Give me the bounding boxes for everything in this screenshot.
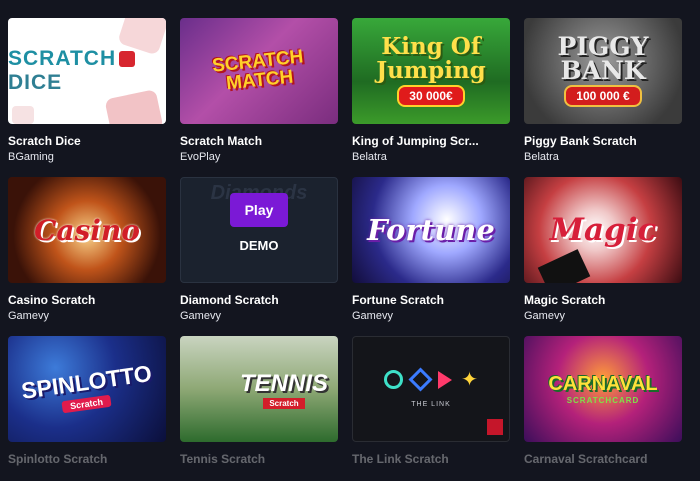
triangle-icon: [438, 370, 453, 389]
thumbnail-logo: SCRATCH MATCH: [211, 46, 305, 95]
game-title[interactable]: King of Jumping Scr...: [352, 134, 502, 148]
game-thumbnail[interactable]: King Of Jumping 30 000€: [352, 18, 510, 124]
thumbnail-logo: Fortune: [367, 213, 495, 247]
game-thumbnail[interactable]: SCRATCHDICE: [8, 18, 166, 124]
red-dice-icon: [119, 51, 136, 68]
thumbnail-logo: Magic: [549, 212, 657, 248]
game-card-scratch-dice[interactable]: SCRATCHDICE Scratch Dice BGaming: [8, 18, 166, 163]
thumbnail-logo: King Of Jumping: [376, 33, 486, 84]
game-title[interactable]: Tennis Scratch: [180, 452, 330, 466]
game-thumbnail[interactable]: ✦ THE LINK: [352, 336, 510, 442]
game-card-tennis-scratch[interactable]: TENNIS Scratch Tennis Scratch: [180, 336, 338, 481]
game-thumbnail[interactable]: Casino: [8, 177, 166, 283]
game-thumbnail-hover[interactable]: Diamonds Play DEMO: [180, 177, 338, 283]
game-provider: Gamevy: [8, 310, 49, 322]
game-provider: BGaming: [8, 151, 54, 163]
thumbnail-logo: TENNIS: [239, 369, 328, 397]
game-title[interactable]: Fortune Scratch: [352, 293, 502, 307]
game-card-the-link-scratch[interactable]: ✦ THE LINK The Link Scratch: [352, 336, 510, 481]
dice-icon: [12, 106, 34, 124]
game-card-diamond-scratch[interactable]: Diamonds Play DEMO Diamond Scratch Gamev…: [180, 177, 338, 322]
game-title[interactable]: Magic Scratch: [524, 293, 674, 307]
star-icon: ✦: [461, 368, 478, 391]
demo-link[interactable]: DEMO: [240, 238, 279, 253]
game-card-magic-scratch[interactable]: Magic Magic Scratch Gamevy: [524, 177, 682, 322]
game-card-carnaval-scratchcard[interactable]: CARNAVAL SCRATCHCARD Carnaval Scratchcar…: [524, 336, 682, 481]
prize-badge: 100 000 €: [564, 85, 642, 107]
game-thumbnail[interactable]: Fortune: [352, 177, 510, 283]
game-thumbnail[interactable]: SPINLOTTO Scratch: [8, 336, 166, 442]
thumbnail-logo: SCRATCHDICE: [8, 47, 166, 95]
game-provider: Belatra: [524, 151, 559, 163]
game-title[interactable]: Scratch Match: [180, 134, 330, 148]
game-thumbnail[interactable]: PIGGY BANK 100 000 €: [524, 18, 682, 124]
game-thumbnail[interactable]: Magic: [524, 177, 682, 283]
game-card-king-of-jumping[interactable]: King Of Jumping 30 000€ King of Jumping S…: [352, 18, 510, 163]
games-grid: SCRATCHDICE Scratch Dice BGaming SCRATCH…: [8, 18, 682, 481]
game-thumbnail[interactable]: SCRATCH MATCH: [180, 18, 338, 124]
game-title[interactable]: Spinlotto Scratch: [8, 452, 158, 466]
link-shapes: ✦: [384, 367, 478, 392]
magic-hat-icon: [537, 249, 591, 283]
game-card-scratch-match[interactable]: SCRATCH MATCH Scratch Match EvoPlay: [180, 18, 338, 163]
thumbnail-sublabel: SCRATCHCARD: [566, 396, 640, 405]
thumbnail-sublabel: Scratch: [263, 397, 305, 409]
game-provider: Gamevy: [524, 310, 565, 322]
game-card-fortune-scratch[interactable]: Fortune Fortune Scratch Gamevy: [352, 177, 510, 322]
game-title[interactable]: Scratch Dice: [8, 134, 158, 148]
game-provider: Gamevy: [180, 310, 221, 322]
game-title[interactable]: Casino Scratch: [8, 293, 158, 307]
game-card-piggy-bank[interactable]: PIGGY BANK 100 000 € Piggy Bank Scratch B…: [524, 18, 682, 163]
game-provider: Belatra: [352, 151, 387, 163]
game-thumbnail[interactable]: TENNIS Scratch: [180, 336, 338, 442]
thumbnail-logo: CARNAVAL: [548, 373, 658, 395]
thumbnail-logo: Casino: [34, 213, 140, 247]
game-provider: Gamevy: [352, 310, 393, 322]
game-thumbnail[interactable]: CARNAVAL SCRATCHCARD: [524, 336, 682, 442]
circle-icon: [384, 370, 404, 389]
game-title[interactable]: Piggy Bank Scratch: [524, 134, 674, 148]
thumbnail-logo: THE LINK: [411, 401, 451, 408]
game-title[interactable]: The Link Scratch: [352, 452, 502, 466]
thumbnail-logo: PIGGY BANK: [557, 32, 649, 85]
play-button[interactable]: Play: [229, 193, 289, 227]
game-title[interactable]: Carnaval Scratchcard: [524, 452, 674, 466]
diamond-icon: [408, 367, 433, 392]
game-card-spinlotto-scratch[interactable]: SPINLOTTO Scratch Spinlotto Scratch: [8, 336, 166, 481]
prize-badge: 30 000€: [397, 85, 465, 107]
game-provider: EvoPlay: [180, 151, 221, 163]
game-title[interactable]: Diamond Scratch: [180, 293, 330, 307]
provider-logo-icon: [487, 419, 503, 435]
game-card-casino-scratch[interactable]: Casino Casino Scratch Gamevy: [8, 177, 166, 322]
